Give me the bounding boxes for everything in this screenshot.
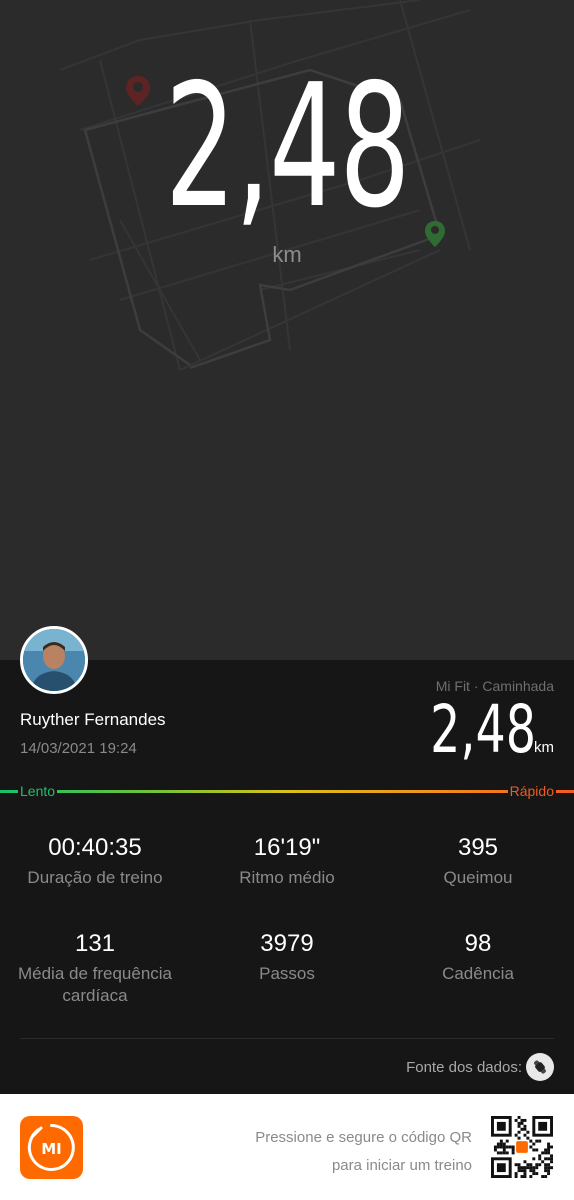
data-source-label: Fonte dos dados: [406,1058,522,1076]
divider [20,1038,554,1039]
footer-line-1: Pressione e segure o código QR [255,1129,472,1146]
workout-share-screen: 2,48 km Ruyther Fernandes 14/03/2021 19:… [0,0,574,1200]
stat-label: Ritmo médio [239,868,335,887]
summary-distance-unit: km [534,739,554,756]
data-source[interactable]: Fonte dos dados: [406,1053,554,1081]
stat-cadence: 98 Cadência [383,929,573,985]
avatar[interactable] [20,626,88,694]
stat-value: 98 [464,930,492,957]
watch-icon [526,1053,554,1081]
summary-distance-value: 2,48 [430,691,536,768]
stat-value: 16'19" [253,834,321,861]
stat-label: Duração de treino [27,868,163,887]
stat-heart-rate: 131 Média de frequência cardíaca [0,929,190,1007]
footer-instructions: Pressione e segure o código QR para inic… [255,1124,472,1180]
stat-label: Cadência [442,964,514,983]
footer-line-2: para iniciar um treino [331,1157,472,1174]
svg-text:MI: MI [41,1140,62,1158]
route-map: 2,48 km [0,0,574,660]
hero-distance-value: 2,48 [164,48,411,246]
speed-gradient-bar [0,790,574,793]
summary-distance: 2,48 km [389,694,554,766]
speed-slow-label: Lento [18,783,58,799]
stat-duration: 00:40:35 Duração de treino [0,833,190,889]
user-name: Ruyther Fernandes [20,710,166,729]
stat-label: Média de frequência cardíaca [17,964,173,1005]
stat-value: 131 [74,930,116,957]
qr-code[interactable] [491,1116,553,1178]
stat-value: 395 [457,834,499,861]
stat-value: 3979 [260,930,314,957]
workout-datetime: 14/03/2021 19:24 [20,740,137,757]
stat-pace: 16'19" Ritmo médio [192,833,382,889]
stat-value: 00:40:35 [48,834,142,861]
stat-calories: 395 Queimou [383,833,573,889]
stat-label: Queimou [443,868,513,887]
footer-banner: MI Pressione e segure o código QR para i… [0,1094,574,1200]
stat-label: Passos [259,964,315,983]
stat-steps: 3979 Passos [192,929,382,985]
hero-distance-unit: km [272,242,302,267]
speed-fast-label: Rápido [507,783,556,799]
mi-logo-icon: MI [20,1116,83,1179]
